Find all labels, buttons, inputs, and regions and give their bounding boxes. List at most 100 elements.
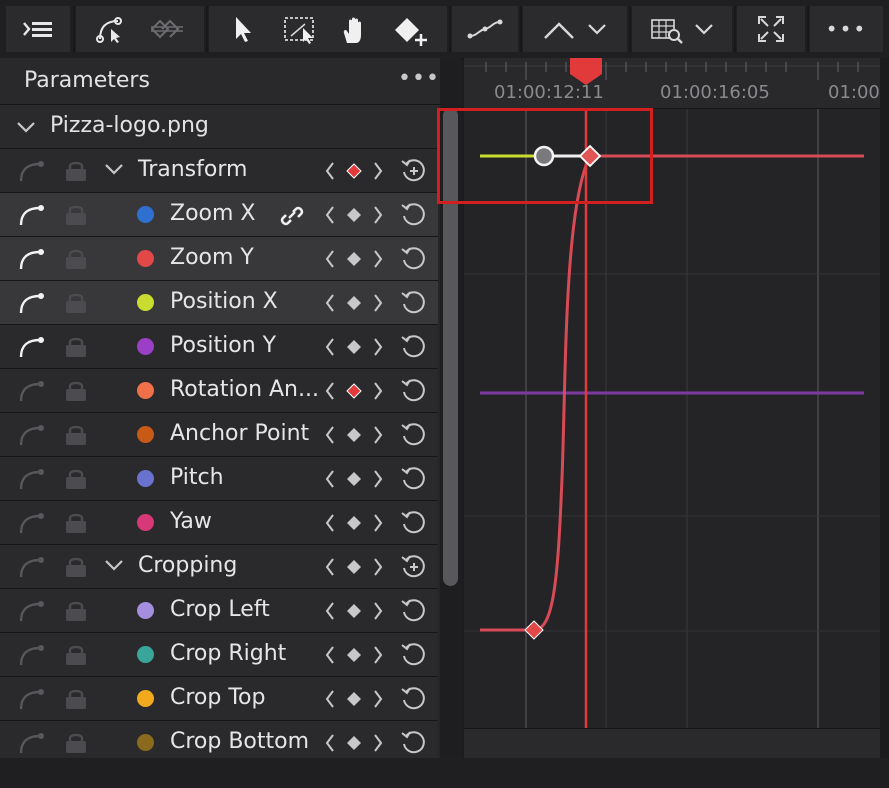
keyframe-nav[interactable]: [324, 292, 384, 318]
toolbar: •••: [0, 0, 889, 59]
add-reset-icon[interactable]: [400, 554, 428, 584]
curve-toggle-icon[interactable]: [18, 599, 48, 627]
keyframe-nav[interactable]: [324, 468, 384, 494]
graph-right-edge: [880, 58, 889, 758]
color-dot: [137, 470, 154, 487]
lock-icon[interactable]: [64, 292, 88, 318]
parameter-label: Crop Bottom: [170, 729, 310, 754]
pointer-icon[interactable]: [233, 15, 255, 43]
reset-icon[interactable]: [400, 334, 428, 364]
lock-icon[interactable]: [64, 336, 88, 362]
parameter-label: Zoom X: [170, 201, 256, 226]
clip-name: Pizza-logo.png: [50, 113, 209, 138]
reset-icon[interactable]: [400, 686, 428, 716]
hand-icon[interactable]: [339, 15, 369, 45]
curve-select-icon[interactable]: [96, 17, 126, 43]
parameter-row[interactable]: Crop Top: [0, 677, 438, 721]
parameter-row[interactable]: Pitch: [0, 457, 438, 501]
reset-icon[interactable]: [400, 202, 428, 232]
curve-toggle-icon[interactable]: [18, 731, 48, 759]
curve-toggle-icon[interactable]: [18, 511, 48, 539]
lock-icon[interactable]: [64, 732, 88, 758]
chevron-down-icon[interactable]: [16, 119, 36, 138]
graph-zoom-button[interactable]: [632, 6, 732, 52]
marquee-select-icon[interactable]: [283, 16, 319, 44]
reset-icon[interactable]: [400, 642, 428, 672]
keyframe-nav[interactable]: [324, 160, 384, 186]
keyframe-nav[interactable]: [324, 248, 384, 274]
parameter-row[interactable]: Yaw: [0, 501, 438, 545]
interpolation-button[interactable]: [523, 6, 627, 52]
keyframe-nav[interactable]: [324, 512, 384, 538]
parameter-row[interactable]: Zoom Y: [0, 237, 438, 281]
lock-icon[interactable]: [64, 248, 88, 274]
reset-icon[interactable]: [400, 246, 428, 276]
reset-icon[interactable]: [400, 466, 428, 496]
curve-toggle-icon[interactable]: [18, 423, 48, 451]
parameter-row[interactable]: Crop Right: [0, 633, 438, 677]
curve-toggle-icon[interactable]: [18, 555, 48, 583]
curve-toggle-icon[interactable]: [18, 247, 48, 275]
panel-more-icon[interactable]: •••: [398, 66, 440, 91]
keyframe-nav[interactable]: [324, 732, 384, 758]
keyframe-nav[interactable]: [324, 688, 384, 714]
chevron-down-icon[interactable]: [104, 557, 124, 576]
selection-highlight: [437, 108, 653, 204]
lock-icon[interactable]: [64, 512, 88, 538]
chevron-down-icon[interactable]: [104, 161, 124, 180]
lock-icon[interactable]: [64, 204, 88, 230]
keyframe-nav[interactable]: [324, 424, 384, 450]
timeline-ruler[interactable]: 01:00:12:11 01:00:16:05 01:00: [464, 58, 880, 109]
reset-icon[interactable]: [400, 290, 428, 320]
selection-tools-group: [209, 6, 447, 52]
reset-keyframes-icon[interactable]: [150, 19, 184, 39]
parameter-row[interactable]: Zoom X: [0, 193, 438, 237]
group-row[interactable]: Transform: [0, 149, 438, 193]
curve-toggle-icon[interactable]: [18, 335, 48, 363]
lock-icon[interactable]: [64, 556, 88, 582]
keyframe-nav[interactable]: [324, 380, 384, 406]
parameter-row[interactable]: Rotation An...: [0, 369, 438, 413]
lock-icon[interactable]: [64, 160, 88, 186]
add-keyframe-icon[interactable]: [393, 16, 433, 46]
curve-toggle-icon[interactable]: [18, 467, 48, 495]
lock-icon[interactable]: [64, 468, 88, 494]
list-toggle-button[interactable]: [6, 6, 70, 52]
clip-row[interactable]: Pizza-logo.png: [0, 105, 440, 149]
curve-toggle-icon[interactable]: [18, 379, 48, 407]
add-reset-icon[interactable]: [400, 158, 428, 188]
playhead-handle[interactable]: [568, 58, 604, 86]
curve-toggle-icon[interactable]: [18, 291, 48, 319]
reset-icon[interactable]: [400, 730, 428, 760]
lock-icon[interactable]: [64, 600, 88, 626]
curve-toggle-icon[interactable]: [18, 203, 48, 231]
more-button[interactable]: •••: [810, 6, 883, 52]
keyframe-nav[interactable]: [324, 600, 384, 626]
reset-icon[interactable]: [400, 422, 428, 452]
parameter-row[interactable]: Crop Left: [0, 589, 438, 633]
parameter-row[interactable]: Position Y: [0, 325, 438, 369]
keyframe-nav[interactable]: [324, 204, 384, 230]
keyframe-nav[interactable]: [324, 336, 384, 362]
more-icon: •••: [825, 17, 868, 41]
keyframe-nav[interactable]: [324, 644, 384, 670]
keyframe-nav[interactable]: [324, 556, 384, 582]
graph-scrollbar[interactable]: [464, 728, 880, 759]
parameter-row[interactable]: Position X: [0, 281, 438, 325]
group-row[interactable]: Cropping: [0, 545, 438, 589]
curve-toggle-icon[interactable]: [18, 687, 48, 715]
parameter-row[interactable]: Anchor Point: [0, 413, 438, 457]
reset-icon[interactable]: [400, 510, 428, 540]
link-icon[interactable]: [278, 203, 306, 233]
reset-icon[interactable]: [400, 378, 428, 408]
lock-icon[interactable]: [64, 688, 88, 714]
reset-icon[interactable]: [400, 598, 428, 628]
lock-icon[interactable]: [64, 644, 88, 670]
bezier-button[interactable]: [452, 6, 518, 52]
parameter-label: Zoom Y: [170, 245, 254, 270]
curve-toggle-icon[interactable]: [18, 159, 48, 187]
curve-toggle-icon[interactable]: [18, 643, 48, 671]
fit-button[interactable]: [737, 6, 805, 52]
lock-icon[interactable]: [64, 380, 88, 406]
lock-icon[interactable]: [64, 424, 88, 450]
